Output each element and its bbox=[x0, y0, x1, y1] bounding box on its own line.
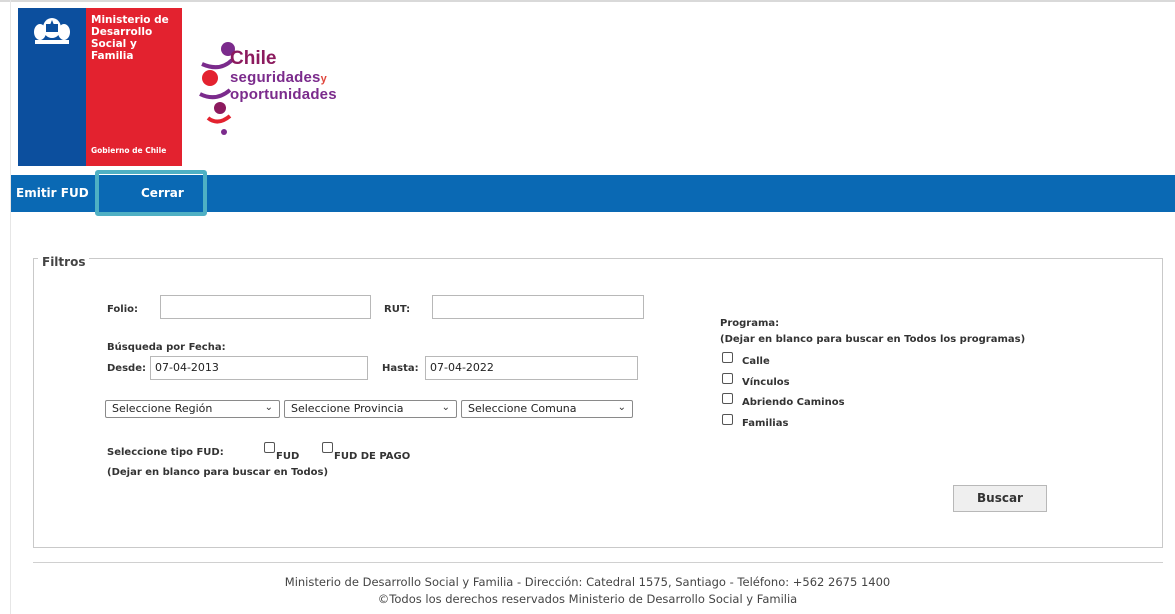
region-select[interactable]: Seleccione Región ⌄ bbox=[105, 400, 280, 418]
province-select[interactable]: Seleccione Provincia ⌄ bbox=[284, 400, 457, 418]
to-date-input[interactable]: 07-04-2022 bbox=[425, 356, 638, 380]
coat-of-arms-icon bbox=[34, 18, 70, 44]
ministry-line: Social y bbox=[91, 38, 137, 50]
program-label: Programa: bbox=[720, 318, 780, 329]
commune-select[interactable]: Seleccione Comuna ⌄ bbox=[461, 400, 633, 418]
program-calle-label: Calle bbox=[742, 356, 770, 367]
folio-input[interactable] bbox=[160, 295, 371, 319]
fud-pago-option-label: FUD DE PAGO bbox=[334, 451, 411, 462]
ministry-line: Ministerio de bbox=[91, 14, 169, 26]
program-familias-checkbox[interactable] bbox=[722, 414, 733, 425]
footer-address: Ministerio de Desarrollo Social y Famili… bbox=[284, 575, 891, 589]
chevron-down-icon: ⌄ bbox=[441, 402, 450, 413]
commune-select-value: Seleccione Comuna bbox=[468, 402, 577, 415]
ministry-line: Familia bbox=[91, 50, 134, 62]
logo-red-band: Ministerio de Desarrollo Social y Famili… bbox=[86, 8, 182, 166]
fud-type-hint: (Dejar en blanco para buscar en Todos) bbox=[107, 467, 329, 478]
folio-label: Folio: bbox=[107, 304, 139, 315]
header bbox=[16, 8, 1175, 175]
rut-label: RUT: bbox=[384, 304, 411, 315]
footer-copyright: ©Todos los derechos reservados Ministeri… bbox=[377, 592, 798, 606]
logo-chile-text: Chile bbox=[230, 48, 277, 69]
logo-seguridades-word: seguridades bbox=[230, 69, 321, 86]
program-hint: (Dejar en blanco para buscar en Todos lo… bbox=[720, 334, 1026, 345]
fud-pago-checkbox[interactable] bbox=[322, 442, 333, 453]
to-label: Hasta: bbox=[382, 363, 419, 374]
fud-checkbox[interactable] bbox=[264, 442, 275, 453]
fud-type-label: Seleccione tipo FUD: bbox=[107, 447, 224, 458]
footer-divider bbox=[33, 562, 1163, 563]
program-vinculos-checkbox[interactable] bbox=[722, 373, 733, 384]
fud-option-label: FUD bbox=[276, 451, 300, 462]
province-select-value: Seleccione Provincia bbox=[291, 402, 404, 415]
left-border bbox=[10, 0, 11, 614]
from-date-input[interactable]: 07-04-2013 bbox=[150, 356, 368, 380]
logo-oportunidades-text: oportunidades bbox=[230, 86, 337, 103]
cerrar-highlight-box bbox=[95, 170, 207, 216]
search-button[interactable]: Buscar bbox=[953, 485, 1047, 512]
government-logo: Ministerio de Desarrollo Social y Famili… bbox=[18, 8, 182, 166]
program-vinculos-label: Vínculos bbox=[742, 377, 790, 388]
ministry-name: Ministerio de Desarrollo Social y Famili… bbox=[91, 14, 179, 62]
program-calle-checkbox[interactable] bbox=[722, 352, 733, 363]
top-border bbox=[0, 0, 1175, 2]
logo-seguridades-text: seguridadesy bbox=[230, 69, 327, 86]
ministry-line: Desarrollo bbox=[91, 26, 153, 38]
nav-emitir-fud[interactable]: Emitir FUD bbox=[16, 186, 89, 200]
from-label: Desde: bbox=[107, 363, 146, 374]
filters-legend: Filtros bbox=[38, 255, 90, 269]
rut-input[interactable] bbox=[432, 295, 644, 319]
program-familias-label: Familias bbox=[742, 418, 789, 429]
program-abriendo-caminos-checkbox[interactable] bbox=[722, 393, 733, 404]
program-logo: Chile seguridadesy oportunidades bbox=[196, 42, 376, 142]
chevron-down-icon: ⌄ bbox=[264, 402, 273, 413]
government-label: Gobierno de Chile bbox=[91, 146, 167, 155]
program-abriendo-caminos-label: Abriendo Caminos bbox=[742, 397, 845, 408]
date-search-label: Búsqueda por Fecha: bbox=[107, 342, 226, 353]
logo-blue-band bbox=[18, 8, 86, 166]
logo-y-letter: y bbox=[320, 73, 327, 85]
chevron-down-icon: ⌄ bbox=[617, 402, 626, 413]
region-select-value: Seleccione Región bbox=[112, 402, 213, 415]
